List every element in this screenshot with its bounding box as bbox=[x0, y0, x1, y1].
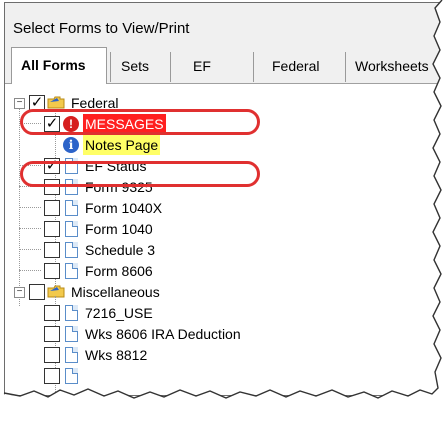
tree-item-form-1040x[interactable]: Form 1040X bbox=[5, 198, 305, 218]
tree-group-label: Miscellaneous bbox=[71, 284, 160, 300]
tree-item-notes-page[interactable]: i Notes Page bbox=[5, 135, 305, 155]
annotation-oval-messages bbox=[20, 109, 260, 135]
item-checkbox[interactable] bbox=[44, 242, 60, 258]
tree-line bbox=[19, 249, 41, 250]
tree-item-wks-8812[interactable]: Wks 8812 bbox=[5, 345, 365, 365]
item-checkbox[interactable] bbox=[44, 326, 60, 342]
info-icon: i bbox=[63, 137, 79, 153]
tree-item-label: Wks 8812 bbox=[85, 347, 148, 363]
document-icon bbox=[65, 326, 78, 342]
tree-item-form-8606[interactable]: Form 8606 bbox=[5, 261, 305, 281]
tab-federal[interactable]: Federal bbox=[253, 52, 341, 82]
collapse-icon[interactable]: − bbox=[14, 287, 25, 298]
tree-item-label: Form 1040 bbox=[85, 221, 153, 237]
folder-icon bbox=[47, 96, 65, 109]
tree-item-label: Schedule 3 bbox=[85, 242, 156, 258]
tree-item-wks-8606-ira-deduction[interactable]: Wks 8606 IRA Deduction bbox=[5, 324, 365, 344]
document-icon bbox=[65, 347, 78, 363]
tree-group-miscellaneous[interactable]: − Miscellaneous bbox=[5, 282, 305, 302]
item-checkbox[interactable] bbox=[44, 368, 60, 384]
document-icon bbox=[65, 263, 78, 279]
group-checkbox[interactable] bbox=[29, 284, 45, 300]
document-icon bbox=[65, 221, 78, 237]
item-checkbox[interactable] bbox=[44, 347, 60, 363]
tab-sets[interactable]: Sets bbox=[110, 52, 170, 82]
document-icon bbox=[65, 305, 78, 321]
annotation-oval-ef-status bbox=[20, 161, 260, 187]
item-checkbox[interactable] bbox=[44, 263, 60, 279]
tree-item-7216-use[interactable]: 7216_USE bbox=[5, 303, 365, 323]
tree-item-label: Form 1040X bbox=[85, 200, 163, 216]
document-icon bbox=[65, 368, 78, 384]
tree-item-label: 7216_USE bbox=[85, 305, 153, 321]
tab-worksheets[interactable]: Worksheets bbox=[345, 52, 441, 82]
tree-item-form-1040[interactable]: Form 1040 bbox=[5, 219, 305, 239]
item-checkbox[interactable] bbox=[44, 305, 60, 321]
dialog-title: Select Forms to View/Print bbox=[13, 20, 190, 37]
tree-item-label: Notes Page bbox=[83, 135, 161, 155]
item-checkbox[interactable] bbox=[44, 200, 60, 216]
tree-item-label: Form 8606 bbox=[85, 263, 153, 279]
select-forms-dialog: Select Forms to View/Print All Forms Set… bbox=[4, 2, 442, 396]
tree-line bbox=[19, 228, 41, 229]
folder-icon bbox=[47, 285, 65, 298]
collapse-icon[interactable]: − bbox=[14, 98, 25, 109]
document-icon bbox=[65, 242, 78, 258]
tab-bar: All Forms Sets EF Federal Worksheets bbox=[5, 47, 441, 84]
tree-line bbox=[19, 270, 41, 271]
tree-item-label: Wks 8606 IRA Deduction bbox=[85, 326, 241, 342]
tab-ef[interactable]: EF bbox=[170, 52, 234, 82]
tab-all-forms[interactable]: All Forms bbox=[11, 47, 107, 84]
tree-line bbox=[19, 207, 41, 208]
tree-item-schedule-3[interactable]: Schedule 3 bbox=[5, 240, 305, 260]
item-checkbox[interactable] bbox=[44, 221, 60, 237]
document-icon bbox=[65, 200, 78, 216]
tree-item-partial bbox=[5, 366, 365, 386]
